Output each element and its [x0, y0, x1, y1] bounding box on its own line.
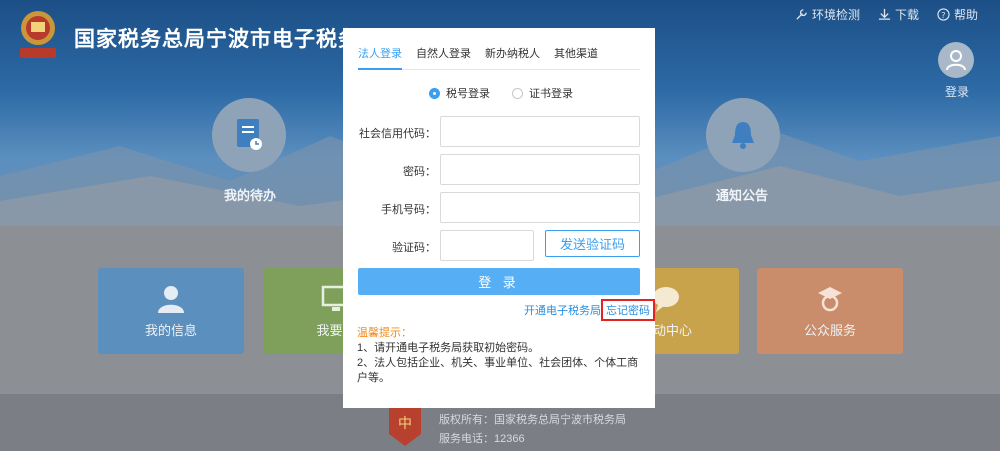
- footer-logo: 中: [386, 404, 424, 448]
- notice-label: 通知公告: [716, 188, 769, 203]
- radio-tax-id-label: 税号登录: [446, 88, 490, 100]
- tile-public-service-label: 公众服务: [803, 322, 856, 338]
- tab-corporate-login[interactable]: 法人登录: [358, 28, 402, 70]
- radio-tax-id-login[interactable]: 税号登录: [429, 85, 490, 101]
- env-check-button[interactable]: 环境检测: [795, 6, 860, 23]
- bell-icon: [732, 122, 754, 149]
- login-tabs: 法人登录 自然人登录 新办纳税人 其他渠道: [358, 28, 640, 70]
- phone-label: 手机号码：: [381, 204, 436, 216]
- tab-individual-login[interactable]: 自然人登录: [416, 28, 471, 70]
- radio-dot-unchecked: [512, 87, 523, 99]
- tile-my-info[interactable]: 我的信息: [98, 268, 244, 354]
- phone-input[interactable]: [440, 192, 640, 223]
- env-check-label: 环境检测: [811, 8, 860, 22]
- radio-dot-checked: [429, 87, 440, 99]
- forgot-password-link[interactable]: 忘记密码: [601, 299, 655, 321]
- copyright-text: 版权所有：国家税务总局宁波市税务局: [439, 414, 626, 426]
- help-label: 帮助: [953, 8, 978, 22]
- credit-code-label: 社会信用代码：: [359, 128, 436, 140]
- notice-button[interactable]: [706, 98, 780, 172]
- user-avatar-button[interactable]: [938, 42, 974, 78]
- radio-certificate-login[interactable]: 证书登录: [512, 85, 573, 101]
- user-icon: [946, 50, 966, 71]
- todo-button[interactable]: [212, 98, 286, 172]
- account-links: 开通电子税务局 忘记密码: [524, 299, 655, 324]
- password-input[interactable]: [440, 154, 640, 185]
- help-circle-icon: ?: [937, 8, 950, 21]
- service-icon: [818, 286, 842, 311]
- footer-copyright: 版权所有：国家税务总局宁波市税务局 服务电话：12366: [439, 411, 626, 449]
- help-button[interactable]: ? 帮助: [937, 6, 978, 23]
- password-label: 密码：: [403, 166, 436, 178]
- todo-label: 我的待办: [224, 188, 277, 203]
- open-e-tax-link[interactable]: 开通电子税务局: [524, 302, 601, 324]
- top-toolbar: 环境检测 下载 ? 帮助: [795, 6, 978, 23]
- tips-heading: 温馨提示：: [357, 327, 412, 339]
- tips-box: 温馨提示： 1、请开通电子税务局获取初始密码。 2、法人包括企业、机关、事业单位…: [357, 326, 642, 386]
- site-title: 国家税务总局宁波市电子税务局: [74, 28, 382, 51]
- download-label: 下载: [894, 8, 919, 22]
- tile-my-info-label: 我的信息: [144, 322, 197, 338]
- wrench-icon: [796, 9, 807, 20]
- todo-document-icon: [237, 119, 262, 150]
- service-phone: 服务电话：12366: [439, 433, 525, 445]
- login-link[interactable]: 登录: [945, 83, 969, 100]
- svg-text:?: ?: [941, 10, 945, 20]
- login-button[interactable]: 登 录: [358, 268, 640, 295]
- download-button[interactable]: 下载: [878, 6, 919, 23]
- radio-certificate-label: 证书登录: [529, 88, 573, 100]
- tile-public-service[interactable]: 公众服务: [757, 268, 903, 354]
- captcha-input[interactable]: [440, 230, 534, 261]
- login-method-group: 税号登录 证书登录: [429, 85, 573, 101]
- captcha-label: 验证码：: [392, 242, 436, 254]
- tip-line-1: 1、请开通电子税务局获取初始密码。: [357, 342, 540, 354]
- site-emblem: [14, 8, 62, 62]
- send-code-button[interactable]: 发送验证码: [545, 230, 640, 257]
- tab-new-taxpayer[interactable]: 新办纳税人: [485, 28, 540, 70]
- tip-line-2: 2、法人包括企业、机关、事业单位、社会团体、个体工商户等。: [357, 357, 639, 384]
- login-modal: 法人登录 自然人登录 新办纳税人 其他渠道 税号登录 证书登录 社会信用代码： …: [343, 28, 655, 408]
- person-icon: [158, 285, 184, 313]
- download-icon: [878, 8, 891, 20]
- credit-code-input[interactable]: [440, 116, 640, 147]
- svg-text:中: 中: [398, 416, 412, 432]
- tab-other-channels[interactable]: 其他渠道: [554, 28, 598, 70]
